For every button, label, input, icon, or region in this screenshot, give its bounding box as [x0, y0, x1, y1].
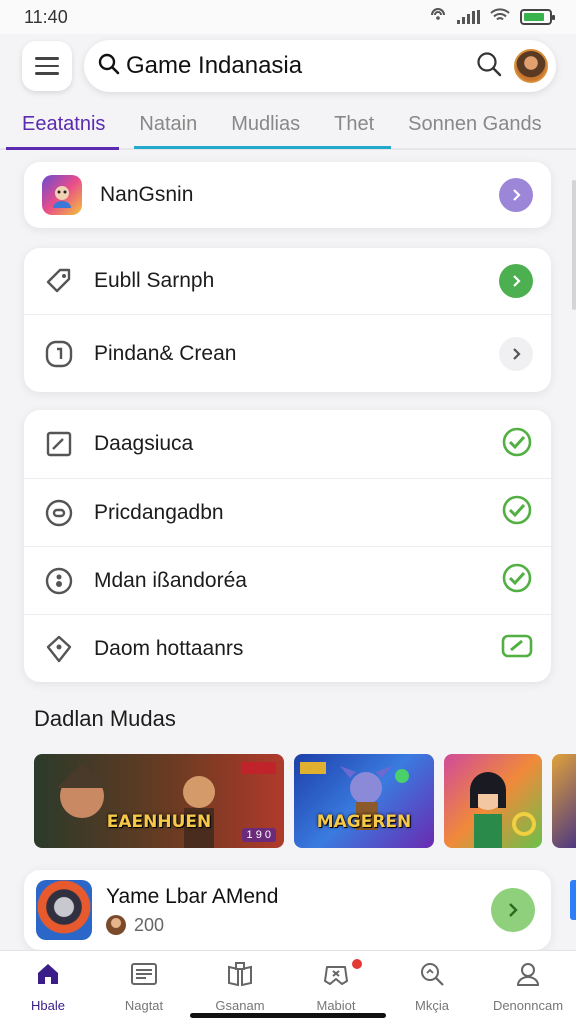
- media-title: MAGEREN: [316, 812, 412, 832]
- status-icons: [429, 7, 555, 28]
- search-prefix-icon: [98, 53, 120, 80]
- coin-icon: [106, 915, 126, 935]
- list-item-daagsiuca[interactable]: Daagsiuca: [24, 410, 551, 478]
- avatar[interactable]: [514, 49, 548, 83]
- game-thumbnail-icon: [36, 880, 92, 940]
- row-label: Pricdangadbn: [94, 500, 224, 524]
- media-carousel: EAENHUEN 1 9 0 MAGEREN: [34, 754, 576, 848]
- nav-label: Mabiot: [316, 998, 356, 1013]
- row-label: Eubll Sarnph: [94, 269, 215, 292]
- section-title: Dadlan Mudas: [34, 706, 176, 731]
- nav-label: Nagtat: [124, 998, 164, 1013]
- featured-meta: 200: [106, 915, 491, 936]
- top-card: NanGsnin: [24, 162, 551, 228]
- game-artwork-icon: [470, 772, 536, 848]
- notification-dot: [352, 959, 362, 969]
- tab-thet[interactable]: Thet: [334, 100, 374, 148]
- row-label: Daagsiuca: [94, 432, 194, 455]
- nav-label: Gsanam: [215, 998, 265, 1013]
- check-circle-icon[interactable]: [501, 494, 533, 531]
- nfc-icon: [429, 7, 447, 28]
- nav-label: Mkçia: [415, 998, 449, 1013]
- tag-icon: [42, 264, 76, 298]
- nav-item-home[interactable]: Hbale: [0, 951, 96, 1024]
- edit-square-icon: [42, 427, 76, 461]
- list-item-pricdangadbn[interactable]: Pricdangadbn: [24, 478, 551, 546]
- media-card[interactable]: EAENHUEN 1 9 0: [34, 754, 284, 848]
- row-label: Mdan ißandoréa: [94, 568, 247, 592]
- list-item-mdan-ibandorea[interactable]: Mdan ißandoréa: [24, 546, 551, 614]
- list-item-pindan-crean[interactable]: Pindan& Crean: [24, 314, 551, 392]
- nav-item-profile[interactable]: Denonncam: [480, 951, 576, 1024]
- home-icon: [35, 961, 61, 992]
- tab-eeatatnis[interactable]: Eeatatnis: [5, 100, 120, 150]
- scrollbar[interactable]: [572, 180, 576, 310]
- search-icon: [419, 961, 445, 992]
- home-indicator[interactable]: [190, 1013, 386, 1018]
- app-thumbnail-icon: [42, 175, 82, 215]
- options-card: Eubll Sarnph Pindan& Crean: [24, 248, 551, 392]
- chevron-right-icon[interactable]: [499, 264, 533, 298]
- library-icon: [226, 961, 254, 992]
- profile-icon: [515, 961, 541, 992]
- featured-count: 200: [134, 914, 165, 935]
- gamepad-icon: [322, 961, 350, 992]
- tab-natain[interactable]: Natain: [139, 100, 197, 148]
- search-bar[interactable]: Game Indanasia: [84, 40, 556, 92]
- menu-button[interactable]: [22, 41, 72, 91]
- game-artwork-icon: [300, 762, 409, 830]
- app-header: Game Indanasia: [22, 40, 556, 92]
- nav-item-news[interactable]: Nagtat: [96, 951, 192, 1024]
- chevron-right-icon[interactable]: [491, 888, 535, 932]
- media-card[interactable]: [552, 754, 576, 848]
- media-card[interactable]: [444, 754, 542, 848]
- tab-mudlias[interactable]: Mudlias: [231, 100, 300, 148]
- row-label: Pindan& Crean: [94, 341, 237, 365]
- tab-scroll-indicator: [134, 146, 391, 149]
- diamond-pin-icon: [42, 632, 76, 666]
- circle-eight-icon: [42, 564, 76, 598]
- list-item-nangsnin[interactable]: NanGsnin: [24, 162, 551, 228]
- list-item-daom-hottaanrs[interactable]: Daom hottaanrs: [24, 614, 551, 682]
- toggle-badge-icon[interactable]: [501, 633, 533, 664]
- chevron-right-icon[interactable]: [499, 336, 533, 371]
- info-icon: [42, 337, 76, 371]
- nav-label: Hbale: [31, 998, 65, 1013]
- list-item-eubll-sarnph[interactable]: Eubll Sarnph: [24, 248, 551, 314]
- featured-text: Yame Lbar AMend 200: [106, 885, 491, 936]
- chevron-right-icon[interactable]: [499, 178, 533, 212]
- tab-sonnen-gands[interactable]: Sonnen Gands: [408, 100, 541, 148]
- status-time: 11:40: [24, 6, 68, 27]
- featured-game-row[interactable]: Yame Lbar AMend 200: [24, 870, 551, 950]
- nav-item-search[interactable]: Mkçia: [384, 951, 480, 1024]
- battery-icon: [520, 9, 555, 25]
- media-card[interactable]: MAGEREN: [294, 754, 434, 848]
- circle-dot-icon: [42, 496, 76, 530]
- media-badge: 1 9 0: [241, 828, 276, 842]
- check-circle-icon[interactable]: [501, 562, 533, 599]
- category-tabs: Eeatatnis Natain Mudlias Thet Sonnen Gan…: [0, 100, 576, 150]
- settings-card: Daagsiuca Pricdangadbn Mdan ißandoréa Da…: [24, 410, 551, 682]
- side-handle[interactable]: [570, 880, 576, 920]
- news-icon: [130, 961, 158, 992]
- check-circle-icon[interactable]: [501, 426, 533, 463]
- signal-icon: [457, 10, 480, 24]
- search-title: Game Indanasia: [126, 52, 303, 79]
- status-bar: 11:40: [0, 0, 576, 34]
- wifi-icon: [490, 7, 510, 28]
- featured-title: Yame Lbar AMend: [106, 884, 279, 908]
- row-label: NanGsnin: [100, 183, 194, 206]
- row-label: Daom hottaanrs: [94, 636, 244, 660]
- nav-label: Denonncam: [492, 998, 564, 1013]
- search-icon[interactable]: [476, 51, 502, 82]
